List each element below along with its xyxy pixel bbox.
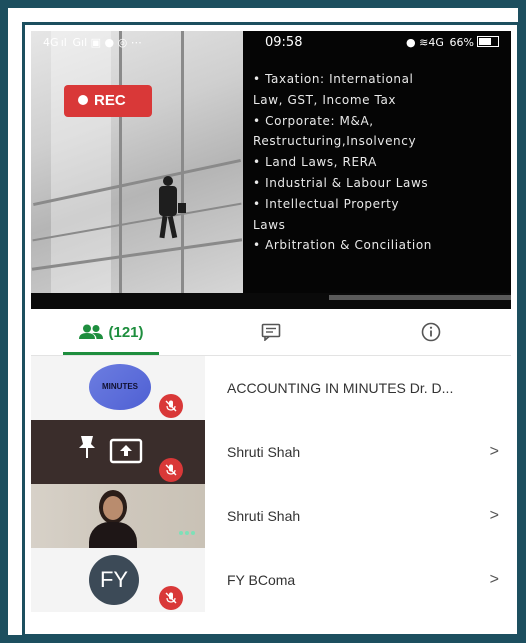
pin-icon: [79, 436, 95, 458]
screen-share-icon: [109, 438, 143, 464]
chat-icon: [261, 323, 281, 341]
slide-bullet-list: • Taxation: International Law, GST, Inco…: [253, 69, 503, 256]
slide-bullet: • Land Laws, RERA: [253, 155, 377, 170]
status-battery-text: ● ≋4G 66%: [406, 36, 474, 49]
status-bar: 4G ıl Gıl ▣ ● ◎ ⋯ 09:58 ● ≋4G 66%: [31, 31, 511, 55]
people-icon: [79, 324, 104, 339]
tab-participants[interactable]: (121): [31, 309, 191, 355]
chevron-right-icon: >: [489, 443, 499, 460]
battery-icon: [477, 36, 499, 47]
slide-bullet: • Taxation: International: [253, 72, 414, 86]
speaking-indicator-icon: [177, 522, 195, 540]
rec-label: REC: [94, 92, 126, 109]
participant-row[interactable]: Shruti Shah >: [31, 484, 511, 548]
rec-badge: REC: [64, 85, 152, 117]
image-border: • Taxation: International Law, GST, Inco…: [22, 22, 520, 637]
chevron-right-icon: >: [489, 507, 499, 524]
participant-thumbnail: [31, 420, 205, 484]
phone-screen: • Taxation: International Law, GST, Inco…: [31, 31, 511, 627]
slide-bullet: Law, GST, Income Tax: [253, 92, 397, 107]
participant-name: Shruti Shah: [227, 508, 301, 524]
avatar-initials: FY: [99, 567, 129, 592]
slide-bullet: • Intellectual Property: [253, 196, 400, 211]
status-time: 09:58: [265, 35, 303, 50]
tab-info[interactable]: [351, 309, 511, 355]
participant-name: ACCOUNTING IN MINUTES Dr. D...: [227, 380, 454, 396]
slide-photo: [31, 31, 243, 293]
tab-bar: (121): [31, 309, 511, 356]
image-frame: • Taxation: International Law, GST, Inco…: [8, 8, 520, 637]
mic-off-icon: [159, 458, 183, 482]
participant-thumbnail: FY: [31, 548, 205, 612]
participant-thumbnail: MINUTES: [31, 356, 205, 420]
slide-bullet: • Industrial & Labour Laws: [253, 175, 429, 190]
presentation-video: • Taxation: International Law, GST, Inco…: [31, 31, 511, 309]
slide-bullet: Restructuring,Insolvency: [253, 134, 417, 149]
slide-bullet: • Arbitration & Conciliation: [253, 238, 433, 253]
participant-name: FY BComa: [227, 572, 296, 588]
tab-chat[interactable]: [191, 309, 351, 355]
info-icon: [421, 322, 441, 342]
status-signal-icons: 4G ıl Gıl ▣ ● ◎ ⋯: [43, 36, 142, 49]
mic-off-icon: [159, 394, 183, 418]
accounting-logo: MINUTES: [89, 364, 151, 410]
status-right: ● ≋4G 66%: [406, 36, 499, 49]
slide-bullet: Laws: [253, 217, 286, 232]
participant-row[interactable]: MINUTES ACCOUNTING IN MINUTES Dr. D...: [31, 356, 511, 420]
logo-text: MINUTES: [102, 382, 138, 391]
chevron-right-icon: >: [489, 571, 499, 588]
participant-thumbnail: [31, 484, 205, 548]
video-bottom-strip: [31, 293, 511, 309]
active-tab-indicator: [63, 352, 159, 355]
mic-off-icon: [159, 586, 183, 610]
avatar: FY: [89, 555, 139, 605]
participant-row[interactable]: Shruti Shah >: [31, 420, 511, 484]
participant-name: Shruti Shah: [227, 444, 301, 460]
participant-row[interactable]: FY FY BComa >: [31, 548, 511, 612]
participant-count: (121): [108, 323, 144, 341]
participant-video-person: [89, 490, 137, 548]
record-dot-icon: [78, 95, 88, 105]
slide-bullet: • Corporate: M&A,: [253, 113, 374, 128]
